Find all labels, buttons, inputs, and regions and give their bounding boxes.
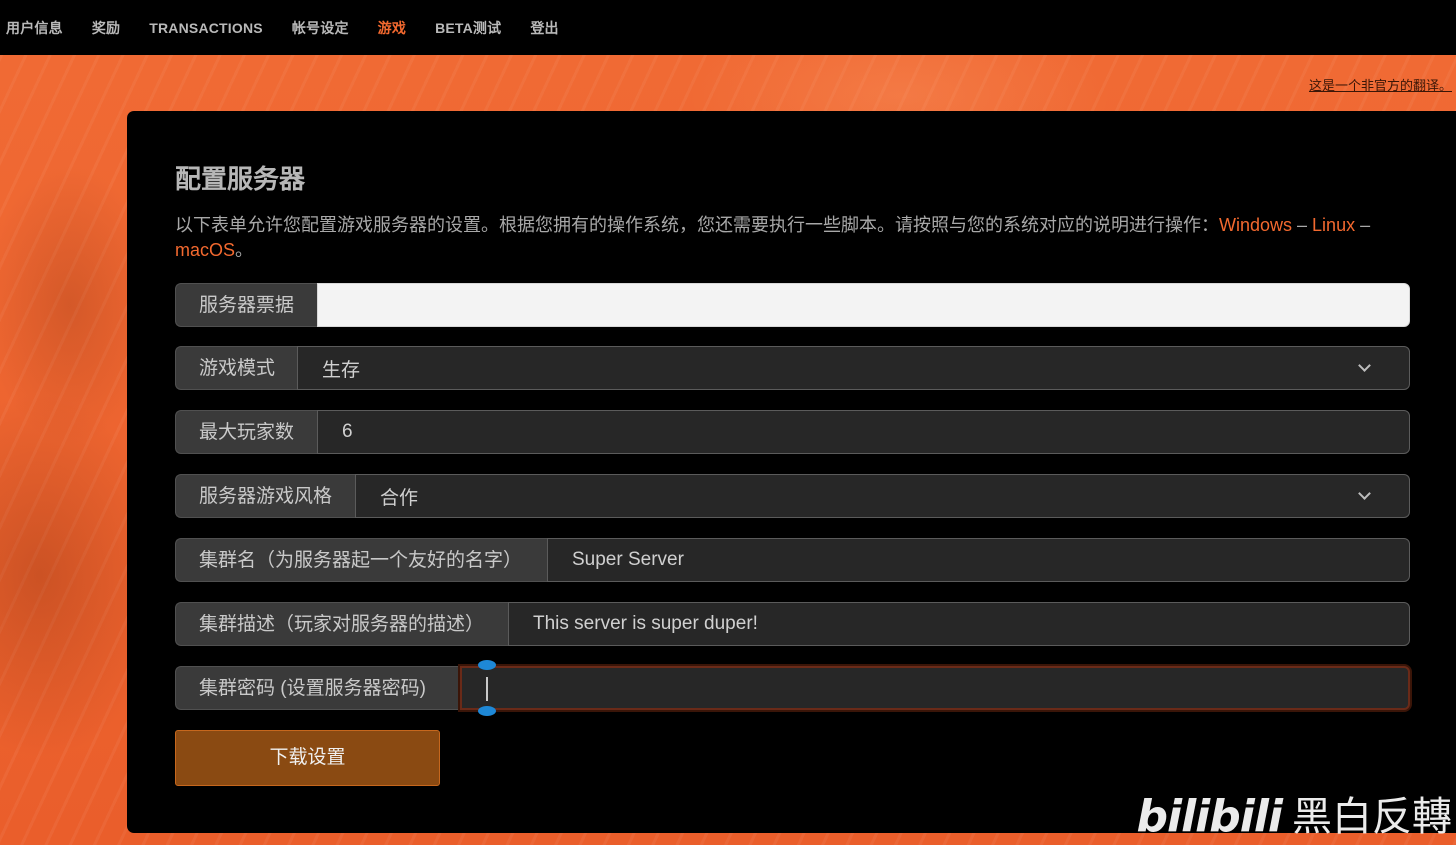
nav-item-logout[interactable]: 登出 [530, 18, 558, 38]
windows-link[interactable]: Windows [1219, 215, 1292, 235]
nav-item-account-settings[interactable]: 帐号设定 [292, 18, 349, 38]
game-mode-row: 游戏模式 生存 [175, 346, 1410, 390]
server-token-input[interactable] [317, 283, 1410, 327]
max-players-input[interactable]: 6 [317, 410, 1410, 454]
game-style-label: 服务器游戏风格 [175, 474, 355, 518]
os-separator: – [1292, 215, 1313, 235]
cluster-password-input[interactable] [460, 660, 1410, 716]
page-title: 配置服务器 [175, 164, 306, 194]
max-players-value: 6 [342, 421, 353, 442]
description-end: 。 [235, 240, 254, 260]
unofficial-translation-link[interactable]: 这是一个非官方的翻译。 [1309, 75, 1452, 94]
nav-item-games[interactable]: 游戏 [378, 18, 406, 38]
cluster-password-row: 集群密码 (设置服务器密码) [175, 660, 1410, 716]
cluster-description-value: This server is super duper! [533, 613, 758, 634]
game-mode-label: 游戏模式 [175, 346, 297, 390]
cluster-description-input[interactable]: This server is super duper! [508, 602, 1410, 646]
cluster-password-label: 集群密码 (设置服务器密码) [175, 666, 460, 710]
cluster-name-input[interactable]: Super Server [547, 538, 1410, 582]
game-style-value: 合作 [380, 487, 419, 509]
panel-description: 以下表单允许您配置游戏服务器的设置。根据您拥有的操作系统，您还需要执行一些脚本。… [175, 213, 1405, 263]
game-style-row: 服务器游戏风格 合作 [175, 474, 1410, 518]
download-settings-button[interactable]: 下载设置 [175, 730, 440, 786]
linux-link[interactable]: Linux [1312, 215, 1355, 235]
cluster-name-row: 集群名（为服务器起一个友好的名字） Super Server [175, 538, 1410, 582]
top-navbar: 用户信息 奖励 TRANSACTIONS 帐号设定 游戏 BETA测试 登出 [0, 0, 1456, 55]
cluster-description-row: 集群描述（玩家对服务器的描述） This server is super dup… [175, 602, 1410, 646]
max-players-row: 最大玩家数 6 [175, 410, 1410, 454]
game-mode-value: 生存 [322, 359, 361, 381]
bilibili-logo: bilibili [1136, 791, 1283, 842]
watermark-text: 黑白反轉 [1292, 794, 1452, 840]
nav-item-rewards[interactable]: 奖励 [92, 18, 120, 38]
nav-item-profile[interactable]: 用户信息 [6, 18, 63, 38]
game-mode-select[interactable]: 生存 [297, 346, 1410, 390]
nav-item-beta[interactable]: BETA测试 [435, 18, 501, 38]
cluster-name-label: 集群名（为服务器起一个友好的名字） [175, 538, 547, 582]
chevron-down-icon [1358, 487, 1371, 500]
configure-server-panel: 配置服务器 以下表单允许您配置游戏服务器的设置。根据您拥有的操作系统，您还需要执… [127, 111, 1456, 833]
server-token-label: 服务器票据 [175, 283, 317, 327]
cluster-name-value: Super Server [572, 549, 684, 570]
text-cursor [486, 677, 488, 701]
cluster-description-label: 集群描述（玩家对服务器的描述） [175, 602, 508, 646]
description-text: 以下表单允许您配置游戏服务器的设置。根据您拥有的操作系统，您还需要执行一些脚本。… [175, 215, 1219, 235]
nav-item-transactions[interactable]: TRANSACTIONS [149, 20, 263, 36]
selection-handle-top[interactable] [478, 660, 496, 670]
chevron-down-icon [1358, 359, 1371, 372]
macos-link[interactable]: macOS [175, 240, 235, 260]
game-style-select[interactable]: 合作 [355, 474, 1410, 518]
os-separator: – [1355, 215, 1371, 235]
server-token-row: 服务器票据 [175, 283, 1410, 327]
max-players-label: 最大玩家数 [175, 410, 317, 454]
selection-handle-bottom[interactable] [478, 706, 496, 716]
bilibili-watermark: bilibili 黑白反轉 [1137, 793, 1452, 841]
